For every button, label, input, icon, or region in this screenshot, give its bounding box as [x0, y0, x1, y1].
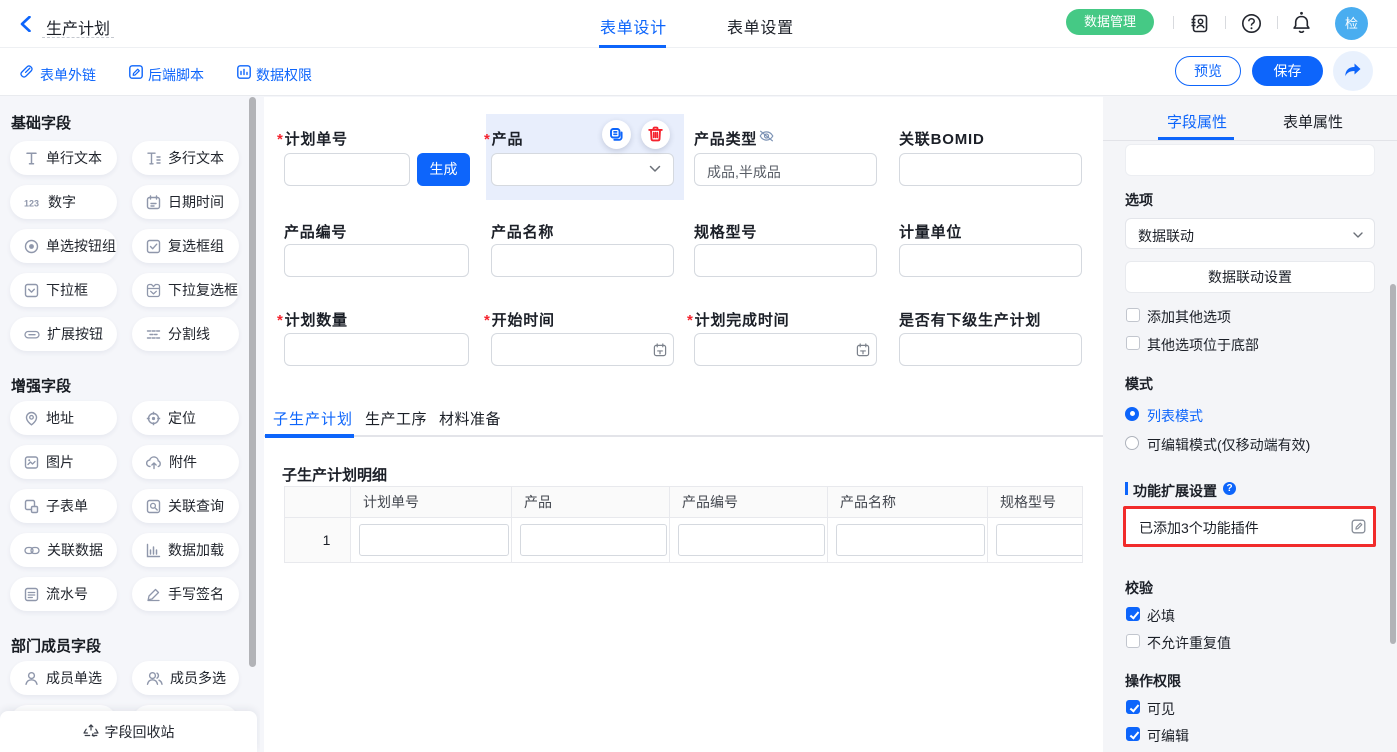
svg-text:123: 123	[24, 198, 39, 208]
